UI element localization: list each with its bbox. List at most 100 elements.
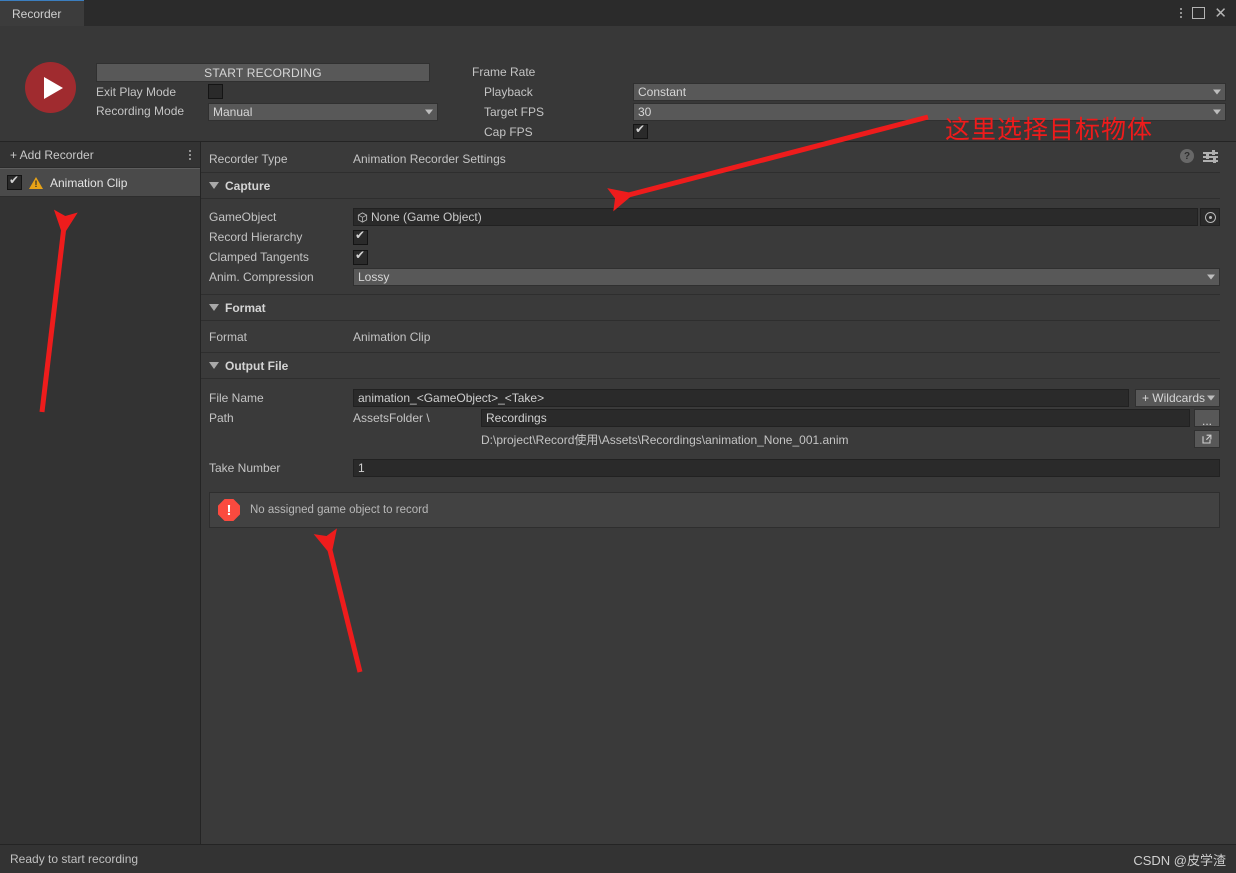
target-fps-label: Target FPS: [484, 105, 545, 119]
format-section-header[interactable]: Format: [201, 294, 1220, 321]
capture-header-label: Capture: [225, 178, 271, 193]
play-icon: [43, 76, 63, 99]
path-folder-input[interactable]: Recordings: [481, 409, 1190, 427]
recording-mode-value: Manual: [213, 105, 253, 119]
watermark-label: CSDN @皮学渣: [1133, 852, 1226, 868]
playback-dropdown[interactable]: Constant: [633, 83, 1226, 101]
capture-section-header[interactable]: Capture: [201, 172, 1220, 199]
path-folder-value: Recordings: [486, 411, 547, 425]
list-item-label: Animation Clip: [50, 175, 128, 190]
output-file-section-header[interactable]: Output File: [201, 352, 1220, 379]
file-name-value: animation_<GameObject>_<Take>: [358, 391, 545, 405]
frame-rate-label: Frame Rate: [472, 65, 536, 79]
recorder-type-row: Recorder Type Animation Recorder Setting…: [201, 146, 1236, 172]
gameobject-row: GameObject None (Game Object): [201, 207, 1236, 227]
maximize-icon[interactable]: [1192, 7, 1206, 19]
help-icon[interactable]: ?: [1180, 149, 1194, 163]
warning-icon: [29, 176, 43, 189]
recorder-type-label: Recorder Type: [209, 152, 288, 166]
recorder-body: + Add Recorder Animation Clip ? Recorder…: [0, 142, 1236, 844]
chevron-down-icon: [1207, 274, 1215, 280]
exit-play-mode-label: Exit Play Mode: [96, 85, 177, 99]
recorder-enable-checkbox[interactable]: [7, 173, 22, 190]
close-icon[interactable]: ✕: [1214, 6, 1227, 21]
format-value: Animation Clip: [353, 330, 431, 344]
record-hierarchy-label: Record Hierarchy: [209, 230, 303, 244]
file-name-row: File Name animation_<GameObject>_<Take> …: [201, 388, 1236, 408]
window-tabbar: Recorder ✕: [0, 0, 1236, 26]
tab-recorder-label: Recorder: [12, 6, 62, 21]
list-item[interactable]: Animation Clip: [0, 168, 200, 197]
record-hierarchy-checkbox[interactable]: [353, 228, 368, 245]
cube-icon: [357, 211, 368, 223]
target-fps-value: 30: [638, 105, 652, 119]
record-button[interactable]: [25, 62, 76, 113]
start-recording-button[interactable]: START RECORDING: [96, 63, 430, 82]
path-root-value: AssetsFolder \: [353, 411, 430, 425]
cap-fps-label: Cap FPS: [484, 125, 533, 139]
recorder-type-value: Animation Recorder Settings: [353, 152, 506, 166]
wildcards-label: + Wildcards: [1141, 391, 1205, 405]
window-controls: ✕: [1179, 0, 1236, 26]
recording-mode-label: Recording Mode: [96, 104, 185, 118]
open-folder-button[interactable]: [1194, 430, 1220, 448]
take-number-input[interactable]: 1: [353, 459, 1220, 477]
anim-compression-row: Anim. Compression Lossy: [201, 267, 1236, 287]
wildcards-button[interactable]: + Wildcards: [1134, 389, 1220, 407]
path-browse-button[interactable]: ...: [1194, 409, 1220, 427]
chevron-down-icon: [425, 109, 433, 115]
path-row: Path AssetsFolder \ Recordings ...: [201, 408, 1236, 428]
chevron-down-icon: [209, 362, 219, 369]
path-label: Path: [209, 411, 234, 425]
external-link-icon: [1202, 434, 1212, 444]
take-number-value: 1: [358, 461, 365, 475]
clamped-tangents-label: Clamped Tangents: [209, 250, 309, 264]
format-header-label: Format: [225, 300, 266, 315]
record-hierarchy-row: Record Hierarchy: [201, 227, 1236, 247]
anim-compression-dropdown[interactable]: Lossy: [353, 268, 1220, 286]
path-resolved-value: D:\project\Record使用\Assets\Recordings\an…: [481, 432, 849, 447]
error-message-text: No assigned game object to record: [250, 504, 429, 516]
preset-settings-icon[interactable]: [1203, 149, 1218, 163]
recorder-list-kebab-icon[interactable]: [188, 148, 192, 162]
exit-play-mode-checkbox[interactable]: [208, 84, 223, 99]
anim-compression-label: Anim. Compression: [209, 270, 314, 284]
chevron-down-icon: [209, 304, 219, 311]
path-browse-label: ...: [1201, 414, 1212, 428]
cap-fps-checkbox[interactable]: [633, 122, 648, 139]
status-bar: Ready to start recording CSDN @皮学渣: [0, 844, 1236, 873]
clamped-tangents-checkbox[interactable]: [353, 248, 368, 265]
gameobject-field[interactable]: None (Game Object): [353, 208, 1198, 226]
add-recorder-label: + Add Recorder: [10, 147, 94, 162]
recorder-window: Recorder ✕ START RECORDING Exit Play Mod…: [0, 0, 1236, 873]
file-name-label: File Name: [209, 391, 264, 405]
take-number-label: Take Number: [209, 461, 281, 475]
gameobject-value: None (Game Object): [371, 210, 482, 224]
file-name-input[interactable]: animation_<GameObject>_<Take>: [353, 389, 1129, 407]
take-number-row: Take Number 1: [201, 458, 1236, 478]
object-picker-icon: [1204, 211, 1216, 223]
format-row: Format Animation Clip: [201, 327, 1236, 347]
add-recorder-button[interactable]: + Add Recorder: [0, 142, 200, 168]
anim-compression-value: Lossy: [358, 270, 390, 284]
status-text: Ready to start recording: [10, 852, 139, 866]
recorder-top-controls: START RECORDING Exit Play Mode Recording…: [0, 26, 1236, 142]
recording-mode-dropdown[interactable]: Manual: [208, 103, 438, 121]
recorder-list-sidebar: + Add Recorder Animation Clip: [0, 142, 201, 844]
start-recording-label: START RECORDING: [204, 65, 322, 80]
recorder-settings-panel: ? Recorder Type Animation Recorder Setti…: [201, 142, 1236, 844]
error-message-box: ! No assigned game object to record: [209, 492, 1220, 528]
format-label: Format: [209, 330, 248, 344]
chevron-down-icon: [1213, 89, 1221, 95]
playback-label: Playback: [484, 85, 533, 99]
output-file-header-label: Output File: [225, 358, 289, 373]
clamped-tangents-row: Clamped Tangents: [201, 247, 1236, 267]
tab-recorder[interactable]: Recorder: [0, 0, 84, 26]
chevron-down-icon: [1213, 109, 1221, 115]
gameobject-label: GameObject: [209, 210, 277, 224]
kebab-menu-icon[interactable]: [1179, 6, 1183, 20]
target-fps-dropdown[interactable]: 30: [633, 103, 1226, 121]
gameobject-picker-button[interactable]: [1200, 208, 1220, 226]
chevron-down-icon: [1207, 395, 1215, 401]
path-resolved-row: D:\project\Record使用\Assets\Recordings\an…: [201, 428, 1236, 450]
